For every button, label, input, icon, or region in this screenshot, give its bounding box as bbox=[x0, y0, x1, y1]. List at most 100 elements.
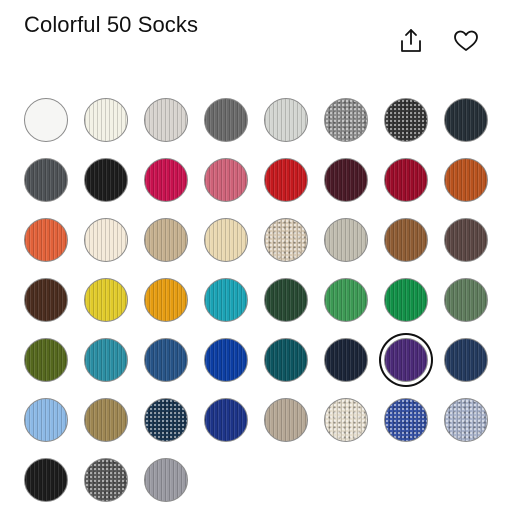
color-swatch[interactable] bbox=[84, 398, 128, 442]
color-swatch[interactable] bbox=[84, 458, 128, 502]
color-swatch[interactable] bbox=[264, 218, 308, 262]
swatch-texture bbox=[25, 399, 67, 441]
swatch-texture bbox=[445, 219, 487, 261]
product-title: Colorful 50 Socks bbox=[24, 12, 199, 37]
swatch-texture bbox=[385, 219, 427, 261]
color-swatch[interactable] bbox=[24, 218, 68, 262]
swatch-texture bbox=[25, 339, 67, 381]
color-swatch[interactable] bbox=[24, 158, 68, 202]
color-swatch[interactable] bbox=[84, 218, 128, 262]
color-swatch[interactable] bbox=[384, 338, 428, 382]
swatch-texture bbox=[205, 219, 247, 261]
swatch-texture bbox=[265, 219, 307, 261]
swatch-texture bbox=[85, 339, 127, 381]
swatch-texture bbox=[265, 339, 307, 381]
color-swatch[interactable] bbox=[324, 158, 368, 202]
color-swatch[interactable] bbox=[204, 278, 248, 322]
color-swatch[interactable] bbox=[144, 338, 188, 382]
swatch-texture bbox=[445, 99, 487, 141]
color-swatch[interactable] bbox=[204, 338, 248, 382]
swatch-texture bbox=[325, 219, 367, 261]
swatch-texture bbox=[145, 219, 187, 261]
color-swatch[interactable] bbox=[444, 338, 488, 382]
swatch-texture bbox=[25, 459, 67, 501]
color-swatch[interactable] bbox=[24, 458, 68, 502]
swatch-texture bbox=[145, 459, 187, 501]
color-swatch[interactable] bbox=[444, 278, 488, 322]
swatch-texture bbox=[25, 279, 67, 321]
color-swatch[interactable] bbox=[384, 278, 428, 322]
color-swatch[interactable] bbox=[204, 398, 248, 442]
color-swatch[interactable] bbox=[84, 338, 128, 382]
color-swatch[interactable] bbox=[24, 338, 68, 382]
swatch-texture bbox=[85, 99, 127, 141]
color-swatch[interactable] bbox=[264, 278, 308, 322]
color-swatch[interactable] bbox=[264, 398, 308, 442]
swatch-texture bbox=[325, 339, 367, 381]
color-swatch[interactable] bbox=[324, 278, 368, 322]
swatch-texture bbox=[265, 159, 307, 201]
swatch-texture bbox=[205, 279, 247, 321]
share-icon bbox=[401, 29, 421, 52]
color-swatch[interactable] bbox=[204, 98, 248, 142]
color-swatch[interactable] bbox=[204, 158, 248, 202]
swatch-texture bbox=[265, 279, 307, 321]
color-swatch[interactable] bbox=[444, 398, 488, 442]
swatch-texture bbox=[85, 399, 127, 441]
swatch-texture bbox=[385, 99, 427, 141]
swatch-texture bbox=[385, 159, 427, 201]
swatch-texture bbox=[205, 99, 247, 141]
color-swatch[interactable] bbox=[264, 98, 308, 142]
favorite-button[interactable] bbox=[451, 26, 481, 56]
color-swatch[interactable] bbox=[324, 338, 368, 382]
color-swatch[interactable] bbox=[384, 98, 428, 142]
swatch-texture bbox=[445, 159, 487, 201]
color-swatch[interactable] bbox=[84, 98, 128, 142]
color-swatch[interactable] bbox=[444, 158, 488, 202]
swatch-texture bbox=[325, 279, 367, 321]
color-swatch[interactable] bbox=[384, 218, 428, 262]
swatch-texture bbox=[265, 399, 307, 441]
color-swatch[interactable] bbox=[444, 218, 488, 262]
swatch-texture bbox=[445, 279, 487, 321]
color-swatch[interactable] bbox=[144, 158, 188, 202]
swatch-texture bbox=[445, 339, 487, 381]
swatch-texture bbox=[325, 159, 367, 201]
swatch-texture bbox=[385, 339, 427, 381]
color-swatch[interactable] bbox=[144, 218, 188, 262]
swatch-texture bbox=[85, 459, 127, 501]
color-swatch[interactable] bbox=[144, 398, 188, 442]
heart-icon bbox=[454, 30, 478, 51]
color-swatch[interactable] bbox=[144, 98, 188, 142]
swatch-texture bbox=[25, 219, 67, 261]
color-swatch[interactable] bbox=[144, 458, 188, 502]
color-swatch[interactable] bbox=[384, 398, 428, 442]
color-swatch[interactable] bbox=[24, 98, 68, 142]
color-swatch[interactable] bbox=[84, 158, 128, 202]
color-swatch[interactable] bbox=[144, 278, 188, 322]
swatch-texture bbox=[25, 159, 67, 201]
color-swatch[interactable] bbox=[384, 158, 428, 202]
swatch-texture bbox=[205, 339, 247, 381]
swatch-texture bbox=[145, 159, 187, 201]
swatch-texture bbox=[205, 159, 247, 201]
swatch-texture bbox=[385, 279, 427, 321]
color-swatch[interactable] bbox=[204, 218, 248, 262]
swatch-texture bbox=[205, 399, 247, 441]
swatch-texture bbox=[445, 399, 487, 441]
color-swatch[interactable] bbox=[24, 398, 68, 442]
swatch-texture bbox=[145, 279, 187, 321]
swatch-texture bbox=[85, 219, 127, 261]
color-swatch[interactable] bbox=[324, 218, 368, 262]
color-swatch[interactable] bbox=[24, 278, 68, 322]
color-swatch[interactable] bbox=[84, 278, 128, 322]
swatch-texture bbox=[265, 99, 307, 141]
color-swatch[interactable] bbox=[444, 98, 488, 142]
swatch-texture bbox=[385, 399, 427, 441]
color-swatch[interactable] bbox=[324, 98, 368, 142]
color-swatch[interactable] bbox=[264, 338, 308, 382]
color-swatch[interactable] bbox=[324, 398, 368, 442]
color-swatch[interactable] bbox=[264, 158, 308, 202]
swatch-texture bbox=[325, 99, 367, 141]
share-button[interactable] bbox=[396, 26, 426, 56]
